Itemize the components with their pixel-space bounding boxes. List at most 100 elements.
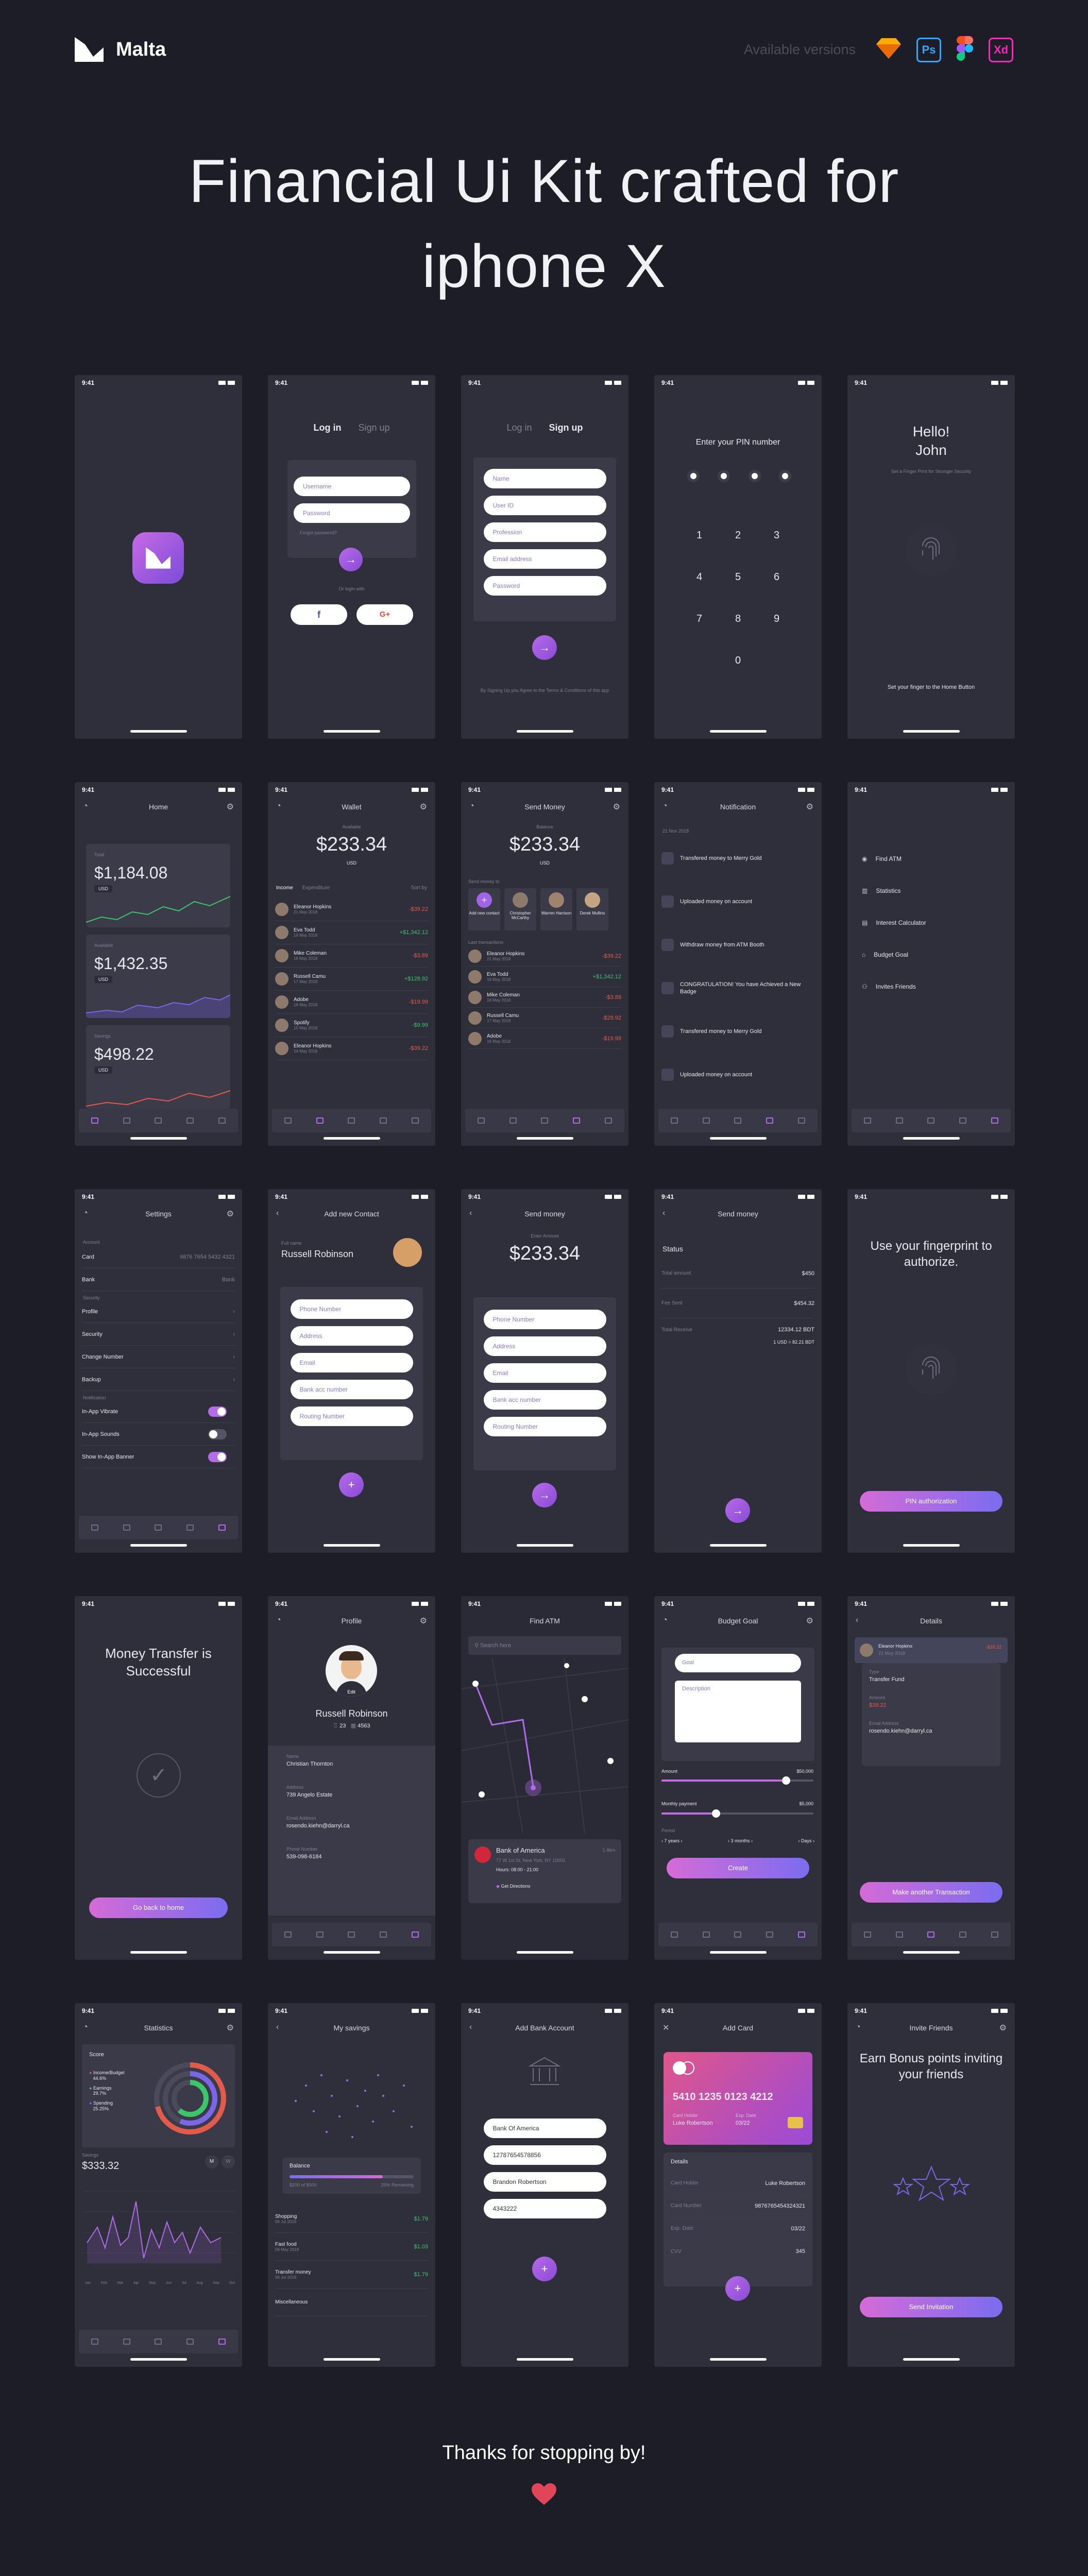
add-button[interactable]: + bbox=[339, 1472, 364, 1497]
add-button[interactable]: + bbox=[532, 2257, 557, 2281]
xd-icon[interactable]: Xd bbox=[989, 37, 1013, 62]
total-card[interactable]: Total $1,184.08 USD bbox=[86, 844, 230, 927]
table-row[interactable]: Russell Camu 17 May 2018 -$28.92 bbox=[468, 1008, 621, 1028]
send-amount[interactable]: $233.34 bbox=[461, 1243, 628, 1265]
key-3[interactable]: 3 bbox=[757, 530, 796, 541]
signup-arrow-button[interactable]: → bbox=[532, 635, 557, 660]
gear-icon[interactable]: ⚙ bbox=[227, 802, 234, 812]
key-5[interactable]: 5 bbox=[719, 571, 757, 583]
table-row[interactable]: Eleanor Hopkins 21 May 2018 -$39.22 bbox=[468, 946, 621, 967]
sort-button[interactable]: Sort by bbox=[411, 885, 427, 891]
bank-acc-field[interactable]: Bank acc number bbox=[290, 1380, 413, 1399]
gear-icon[interactable]: ⚙ bbox=[227, 2023, 234, 2033]
sounds-toggle[interactable] bbox=[208, 1429, 227, 1439]
phone-field[interactable]: Phone Number bbox=[290, 1299, 413, 1319]
profession-field[interactable]: Profession bbox=[483, 522, 606, 542]
table-row[interactable]: Adobe 16 May 2018 -$19.99 bbox=[468, 1028, 621, 1049]
notification-item[interactable]: Transfered money to Merry Gold bbox=[661, 1013, 814, 1050]
send-invitation-button[interactable]: Send Invitation bbox=[860, 2297, 1002, 2317]
notification-item[interactable]: CONGRATULATION! You have Achieved a New … bbox=[661, 970, 814, 1007]
list-item[interactable]: Transfer money 06 Jul 2018 $1.79 bbox=[275, 2261, 428, 2289]
username-field[interactable]: Username bbox=[294, 477, 410, 496]
bank-name-field[interactable]: Bank Of America bbox=[483, 2119, 606, 2138]
gear-icon[interactable]: ⚙ bbox=[613, 802, 620, 812]
facebook-button[interactable]: f bbox=[291, 604, 347, 625]
tab-income[interactable]: Income bbox=[276, 885, 293, 891]
key-2[interactable]: 2 bbox=[719, 530, 757, 541]
table-row[interactable]: Spotify 15 May 2018 -$9.99 bbox=[275, 1014, 428, 1037]
backup-row[interactable]: Backup › bbox=[82, 1368, 235, 1391]
tab-login[interactable]: Log in bbox=[506, 422, 532, 433]
routing-field[interactable]: 4343222 bbox=[483, 2199, 606, 2218]
tab-signup[interactable]: Sign up bbox=[358, 422, 389, 433]
key-0[interactable]: 0 bbox=[719, 655, 757, 667]
security-row[interactable]: Security › bbox=[82, 1323, 235, 1346]
monthly-slider[interactable] bbox=[661, 1809, 813, 1818]
table-row[interactable]: Adobe 16 May 2018 -$19.99 bbox=[275, 991, 428, 1014]
key-1[interactable]: 1 bbox=[680, 530, 719, 541]
google-button[interactable]: G+ bbox=[356, 604, 413, 625]
list-item[interactable]: Fast food 06 May 2018 $1.03 bbox=[275, 2233, 428, 2261]
years-select[interactable]: ‹ 7 years › bbox=[661, 1838, 683, 1843]
tab-login[interactable]: Log in bbox=[313, 422, 341, 433]
photoshop-icon[interactable]: Ps bbox=[916, 37, 941, 62]
gear-icon[interactable]: ⚙ bbox=[806, 802, 813, 812]
menu-item[interactable]: ▤ Interest Calculator bbox=[862, 907, 926, 939]
go-home-button[interactable]: Go back to home bbox=[89, 1897, 228, 1918]
routing-field[interactable]: Routing Number bbox=[290, 1406, 413, 1426]
table-row[interactable]: Russell Camu 17 May 2018 +$128.92 bbox=[275, 968, 428, 991]
change-number-row[interactable]: Change Number › bbox=[82, 1346, 235, 1368]
sketch-icon[interactable] bbox=[876, 37, 901, 62]
list-item[interactable]: Miscellaneous bbox=[275, 2289, 428, 2316]
fingerprint-icon[interactable] bbox=[905, 1344, 957, 1395]
gear-icon[interactable]: ⚙ bbox=[420, 1616, 427, 1626]
notification-item[interactable]: Uploaded money on account bbox=[661, 1056, 814, 1093]
edit-label[interactable]: Edit bbox=[326, 1689, 377, 1694]
atm-map[interactable] bbox=[461, 1658, 628, 1833]
profile-row[interactable]: Profile › bbox=[82, 1300, 235, 1323]
forgot-link[interactable]: Forgot password? bbox=[287, 530, 416, 535]
table-row[interactable]: Eleanor Hopkins 21 May 2018 -$39.22 bbox=[275, 898, 428, 921]
menu-item[interactable]: ⌂ Budget Goal bbox=[862, 939, 926, 971]
phone-field[interactable]: Phone Number bbox=[483, 1310, 606, 1329]
table-row[interactable]: Eva Todd 19 May 2018 +$1,342.12 bbox=[468, 967, 621, 987]
notification-item[interactable]: Withdraw money from ATM Booth bbox=[661, 926, 814, 963]
send-arrow-button[interactable]: → bbox=[532, 1483, 557, 1507]
get-directions-button[interactable]: ◆ Get Directions bbox=[496, 1884, 530, 1889]
confirm-arrow-button[interactable]: → bbox=[725, 1498, 750, 1523]
account-number-field[interactable]: 12787654578856 bbox=[483, 2145, 606, 2165]
create-button[interactable]: Create bbox=[667, 1858, 809, 1878]
key-4[interactable]: 4 bbox=[680, 571, 719, 583]
table-row[interactable]: Mike Coleman 18 May 2018 -$3.89 bbox=[275, 944, 428, 968]
add-contact-tile[interactable]: + Add new contact bbox=[468, 888, 500, 930]
gear-icon[interactable]: ⚙ bbox=[420, 802, 427, 812]
figma-icon[interactable] bbox=[957, 36, 973, 63]
gear-icon[interactable]: ⚙ bbox=[999, 2023, 1007, 2033]
list-item[interactable]: Shopping 06 Jul 2018 $1.79 bbox=[275, 2205, 428, 2233]
description-field[interactable]: Description bbox=[675, 1681, 801, 1742]
contact-tile[interactable]: Warren Harrison bbox=[540, 888, 572, 930]
contact-tile[interactable]: Derek Mullins bbox=[576, 888, 608, 930]
table-row[interactable]: Eleanor Hopkins 14 May 2018 -$39.22 bbox=[275, 1037, 428, 1060]
avatar[interactable] bbox=[393, 1238, 422, 1267]
address-field[interactable]: Address bbox=[483, 1336, 606, 1356]
email-field[interactable]: Email address bbox=[483, 549, 606, 569]
atm-info-card[interactable]: Bank of America 1.4km 77 W 1st St, New Y… bbox=[468, 1839, 621, 1903]
days-select[interactable]: ‹ Days › bbox=[798, 1838, 814, 1843]
search-input[interactable]: ⚲ Search here bbox=[468, 1636, 621, 1655]
amount-slider[interactable] bbox=[661, 1776, 813, 1785]
menu-item[interactable]: ⚇ Invites Friends bbox=[862, 971, 926, 1003]
gear-icon[interactable]: ⚙ bbox=[806, 1616, 813, 1626]
fingerprint-icon[interactable] bbox=[905, 524, 957, 576]
user-id-field[interactable]: User ID bbox=[483, 496, 606, 515]
bank-row[interactable]: Bank Bank bbox=[82, 1268, 235, 1291]
password-field[interactable]: Password bbox=[483, 576, 606, 596]
months-select[interactable]: ‹ 3 months › bbox=[728, 1838, 753, 1843]
key-7[interactable]: 7 bbox=[680, 613, 719, 625]
savings-card[interactable]: Savings $498.22 USD bbox=[86, 1025, 230, 1109]
password-field[interactable]: Password bbox=[294, 503, 410, 523]
notification-item[interactable]: Uploaded money on account bbox=[661, 883, 814, 920]
menu-item[interactable]: ◉ Find ATM bbox=[862, 843, 926, 875]
card-row[interactable]: Card 9876 7654 5432 4321 bbox=[82, 1246, 235, 1268]
credit-card[interactable]: 5410 1235 0123 4212 Card Holder Luke Rob… bbox=[664, 2052, 812, 2145]
